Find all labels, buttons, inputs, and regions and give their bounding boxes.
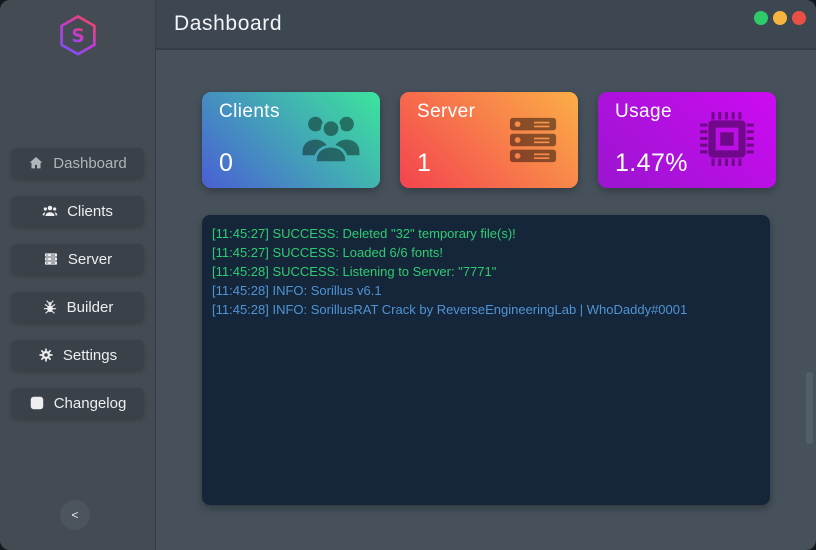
stat-cards-row: Clients	[156, 50, 816, 188]
sidebar-nav: Dashboard Clients Server	[0, 148, 155, 418]
sidebar-item-changelog[interactable]: Changelog	[11, 388, 144, 418]
card-value: 0	[219, 149, 233, 178]
window-controls	[754, 11, 806, 25]
sidebar-item-label: Server	[68, 251, 112, 268]
sidebar-item-label: Clients	[67, 203, 113, 220]
card-title: Clients	[219, 101, 280, 123]
minimize-dot-green[interactable]	[754, 11, 768, 25]
sidebar-item-settings[interactable]: Settings	[11, 340, 144, 370]
usage-stat-card: Usage	[598, 92, 776, 188]
log-line: [11:45:27] SUCCESS: Loaded 6/6 fonts!	[212, 243, 760, 262]
sidebar-item-dashboard[interactable]: Dashboard	[11, 148, 144, 178]
app-logo: S	[0, 0, 155, 62]
gear-icon	[38, 347, 54, 363]
users-group-icon	[298, 108, 364, 164]
maximize-dot-yellow[interactable]	[773, 11, 787, 25]
clients-stat-card: Clients	[202, 92, 380, 188]
sidebar-item-clients[interactable]: Clients	[11, 196, 144, 226]
users-icon	[42, 203, 58, 219]
card-value: 1	[417, 149, 431, 178]
card-title: Server	[417, 101, 475, 123]
header-bar: Dashboard	[156, 0, 816, 50]
server-stack-icon	[508, 116, 558, 164]
chip-icon	[696, 108, 758, 170]
sidebar-item-server[interactable]: Server	[11, 244, 144, 274]
card-value: 1.47%	[615, 149, 688, 178]
sidebar-item-label: Dashboard	[53, 155, 126, 172]
sidebar-item-builder[interactable]: Builder	[11, 292, 144, 322]
page-title: Dashboard	[174, 12, 282, 36]
main-area: Dashboard Clients	[156, 0, 816, 550]
svg-text:S: S	[71, 26, 84, 47]
server-stat-card: Server	[400, 92, 578, 188]
bug-icon	[42, 299, 58, 315]
scrollbar-thumb[interactable]	[806, 372, 813, 444]
log-console[interactable]: [11:45:27] SUCCESS: Deleted "32" tempora…	[202, 215, 770, 505]
sidebar-collapse-button[interactable]: <	[60, 500, 90, 530]
close-dot-red[interactable]	[792, 11, 806, 25]
server-icon	[43, 251, 59, 267]
home-icon	[28, 155, 44, 171]
log-line: [11:45:27] SUCCESS: Deleted "32" tempora…	[212, 224, 760, 243]
hexagon-s-logo-icon: S	[57, 12, 99, 62]
sidebar: S Dashboard Clients Ser	[0, 0, 156, 550]
collapse-chevron-icon: <	[71, 508, 78, 522]
sidebar-item-label: Settings	[63, 347, 117, 364]
sidebar-item-label: Builder	[67, 299, 114, 316]
changelog-icon	[29, 395, 45, 411]
dashboard-content: Clients	[156, 50, 816, 550]
card-title: Usage	[615, 101, 672, 123]
sidebar-item-label: Changelog	[54, 395, 127, 412]
app-window: S Dashboard Clients Ser	[0, 0, 816, 550]
log-line: [11:45:28] INFO: Sorillus v6.1	[212, 281, 760, 300]
log-line: [11:45:28] SUCCESS: Listening to Server:…	[212, 262, 760, 281]
log-line: [11:45:28] INFO: SorillusRAT Crack by Re…	[212, 300, 760, 319]
